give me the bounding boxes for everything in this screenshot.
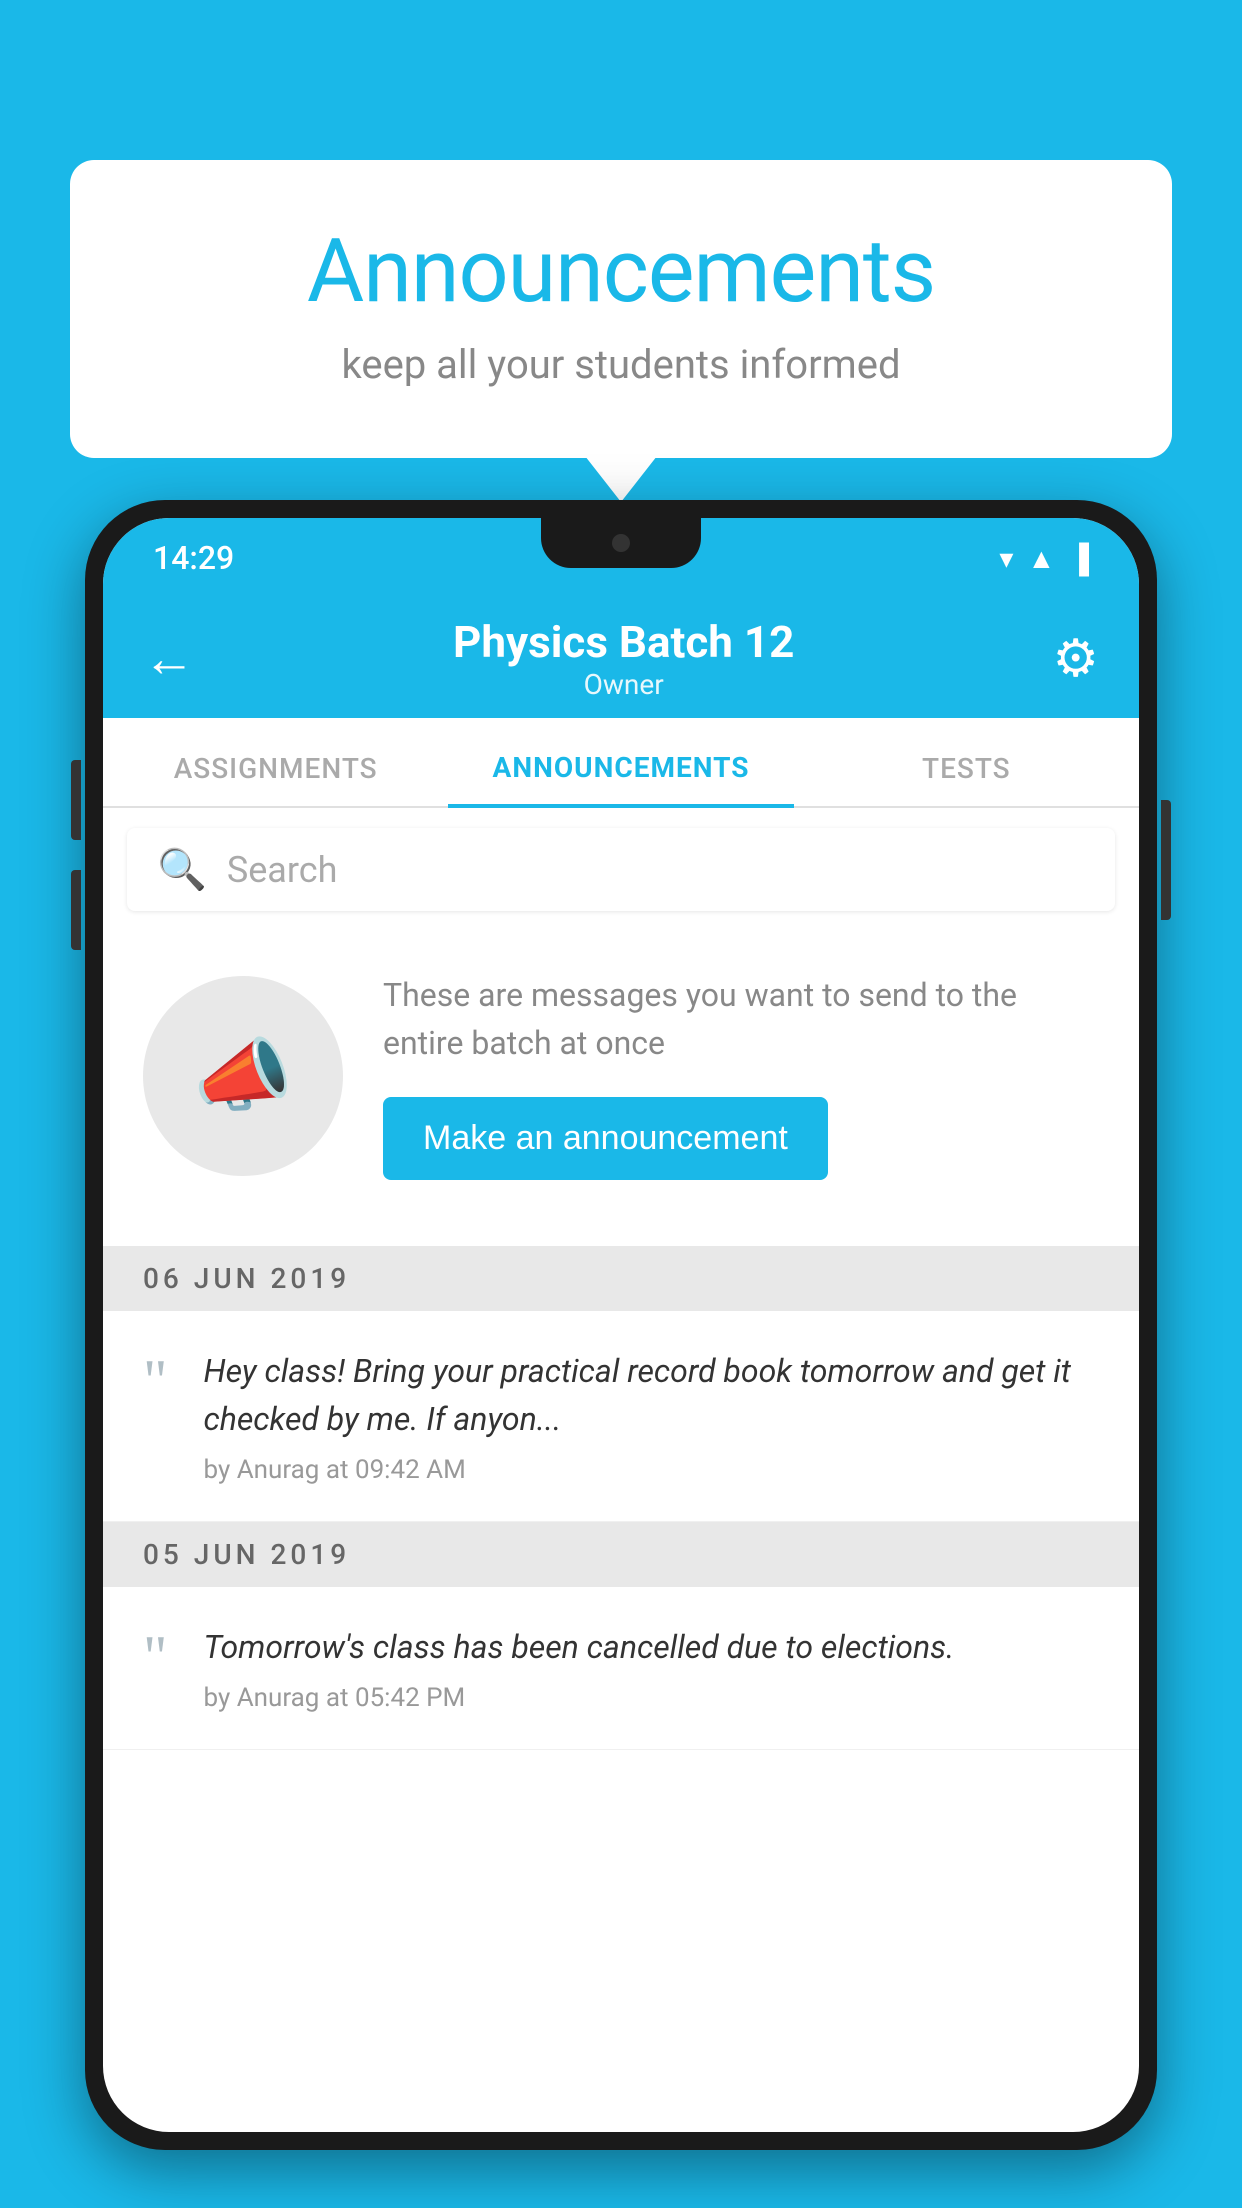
status-bar: 14:29 ▾ ▲ ▐ <box>103 518 1139 598</box>
phone-mockup: 14:29 ▾ ▲ ▐ ← Physics Batch 12 Owner ⚙ <box>85 500 1157 2208</box>
back-button[interactable]: ← <box>143 628 195 689</box>
tab-assignments[interactable]: ASSIGNMENTS <box>103 752 448 808</box>
announcement-message-1: Hey class! Bring your practical record b… <box>204 1347 1100 1443</box>
volume-down-button <box>71 870 81 950</box>
megaphone-circle: 📣 <box>143 976 343 1176</box>
make-announcement-button[interactable]: Make an announcement <box>383 1097 828 1180</box>
quote-icon-2: " <box>143 1627 168 1687</box>
search-bar[interactable]: 🔍 Search <box>127 828 1115 911</box>
announcement-item-1[interactable]: " Hey class! Bring your practical record… <box>103 1311 1139 1522</box>
status-icons: ▾ ▲ ▐ <box>999 542 1089 575</box>
signal-icon: ▲ <box>1027 542 1055 575</box>
tabs-bar: ASSIGNMENTS ANNOUNCEMENTS TESTS <box>103 718 1139 808</box>
battery-icon: ▐ <box>1069 542 1089 575</box>
bubble-subtitle: keep all your students informed <box>150 341 1092 388</box>
date-divider-1: 06 JUN 2019 <box>103 1246 1139 1311</box>
status-time: 14:29 <box>153 539 234 577</box>
announcement-meta-1: by Anurag at 09:42 AM <box>204 1455 1100 1485</box>
volume-up-button <box>71 760 81 840</box>
announcement-text-2: Tomorrow's class has been cancelled due … <box>204 1623 1100 1713</box>
speech-bubble: Announcements keep all your students inf… <box>70 160 1172 458</box>
announcement-prompt-card: 📣 These are messages you want to send to… <box>103 931 1139 1230</box>
header-title: Physics Batch 12 <box>453 616 794 668</box>
announcement-prompt-right: These are messages you want to send to t… <box>383 971 1099 1180</box>
phone-screen: 14:29 ▾ ▲ ▐ ← Physics Batch 12 Owner ⚙ <box>103 518 1139 2132</box>
app-body: 🔍 Search 📣 These are messages you want t… <box>103 808 1139 2132</box>
date-label-1: 06 JUN 2019 <box>143 1262 350 1295</box>
quote-icon-1: " <box>143 1351 168 1411</box>
power-button <box>1161 800 1171 920</box>
announcement-text-1: Hey class! Bring your practical record b… <box>204 1347 1100 1485</box>
announcement-message-2: Tomorrow's class has been cancelled due … <box>204 1623 1100 1671</box>
announcement-description: These are messages you want to send to t… <box>383 971 1099 1067</box>
phone-outer: 14:29 ▾ ▲ ▐ ← Physics Batch 12 Owner ⚙ <box>85 500 1157 2150</box>
app-header: ← Physics Batch 12 Owner ⚙ <box>103 598 1139 718</box>
header-center: Physics Batch 12 Owner <box>453 616 794 701</box>
search-placeholder: Search <box>227 849 338 891</box>
bubble-title: Announcements <box>150 220 1092 323</box>
scrollable-content: 📣 These are messages you want to send to… <box>103 931 1139 2132</box>
announcement-item-2[interactable]: " Tomorrow's class has been cancelled du… <box>103 1587 1139 1750</box>
tab-announcements[interactable]: ANNOUNCEMENTS <box>448 751 793 808</box>
intro-section: Announcements keep all your students inf… <box>70 160 1172 458</box>
header-subtitle: Owner <box>453 668 794 701</box>
date-label-2: 05 JUN 2019 <box>143 1538 350 1571</box>
tab-tests[interactable]: TESTS <box>794 752 1139 808</box>
announcement-meta-2: by Anurag at 05:42 PM <box>204 1683 1100 1713</box>
search-icon: 🔍 <box>157 846 207 893</box>
notch <box>541 518 701 568</box>
settings-icon[interactable]: ⚙ <box>1052 628 1099 689</box>
camera <box>612 534 630 552</box>
megaphone-icon: 📣 <box>193 1029 293 1123</box>
wifi-icon: ▾ <box>999 542 1013 575</box>
date-divider-2: 05 JUN 2019 <box>103 1522 1139 1587</box>
